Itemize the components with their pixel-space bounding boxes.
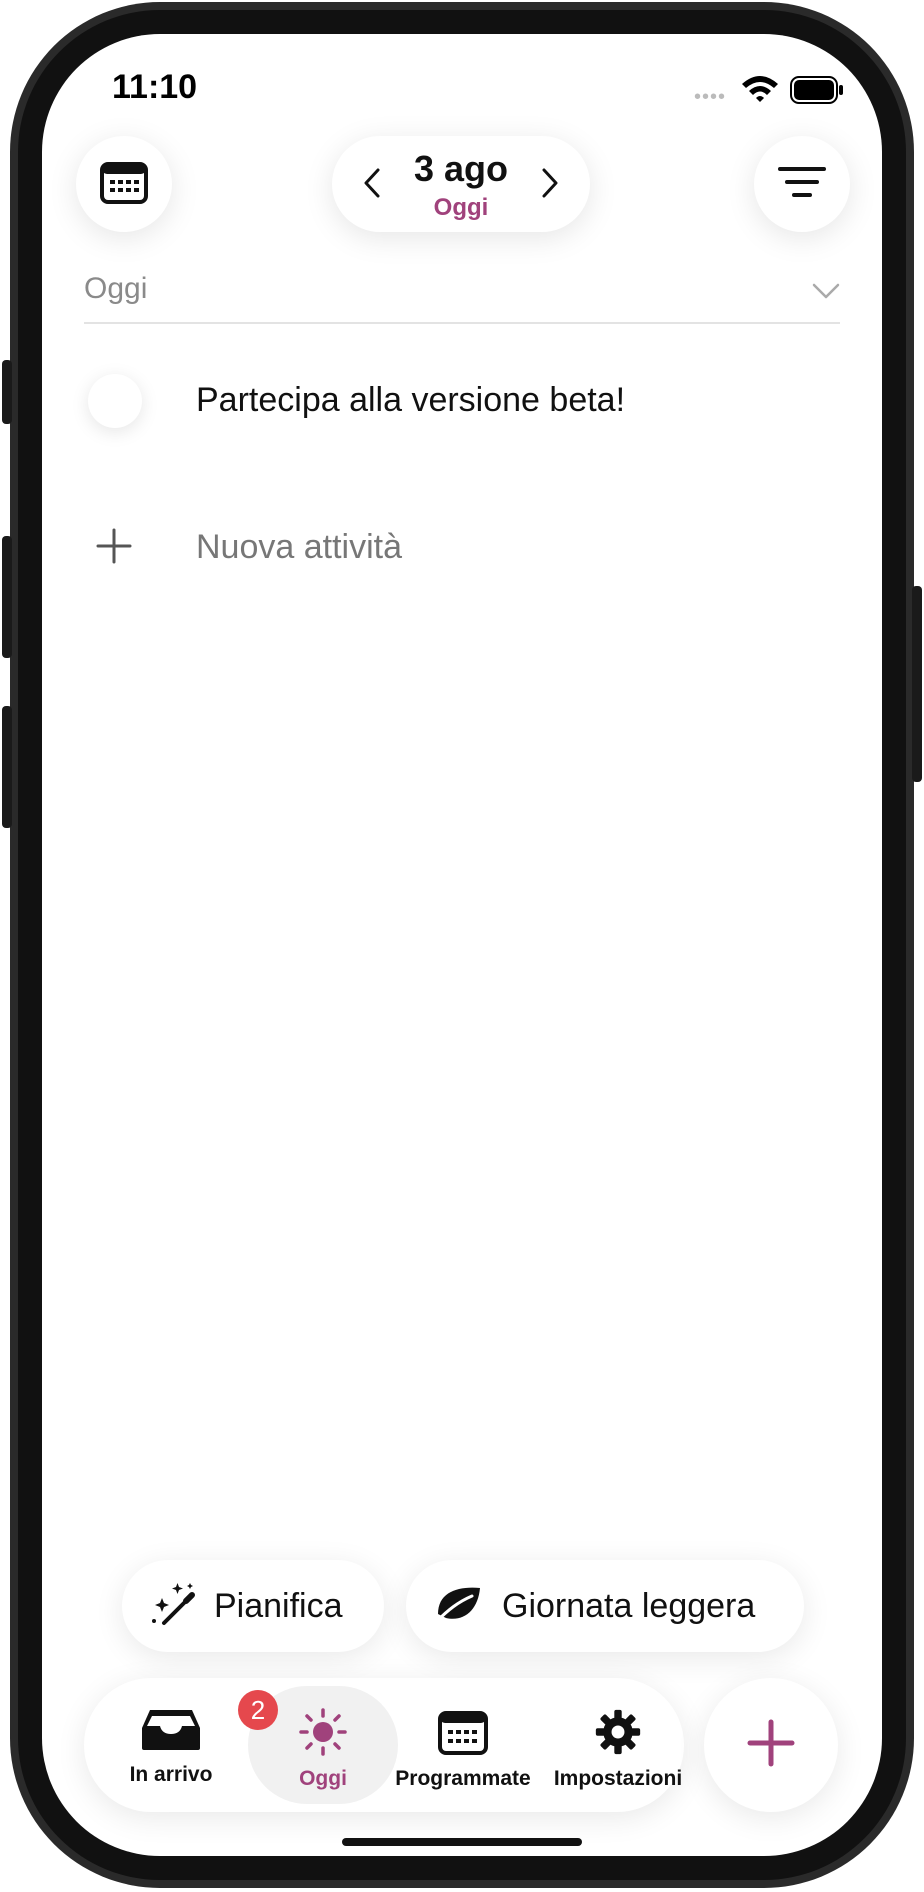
volume-down-button: [2, 706, 12, 828]
leaf-icon: [434, 1584, 482, 1629]
volume-up-button: [2, 536, 12, 658]
calendar-icon: [99, 159, 149, 210]
tab-bar: In arrivo 2 Oggi Programmate Impostazion…: [84, 1678, 684, 1812]
section-divider: [84, 322, 840, 324]
magic-wand-icon: [150, 1581, 196, 1632]
new-task-button[interactable]: Nuova attività: [196, 528, 402, 567]
screen: 11:10 •••• 3 ago Oggi Oggi Partecipa all…: [42, 34, 882, 1856]
tab-settings[interactable]: Impostazioni: [548, 1678, 688, 1812]
filter-icon: [777, 165, 827, 204]
inbox-tray-icon: [140, 1708, 202, 1757]
plus-icon: [747, 1719, 795, 1772]
wifi-icon: [740, 74, 780, 109]
plus-icon[interactable]: [96, 528, 132, 569]
tab-inbox[interactable]: In arrivo: [118, 1678, 224, 1812]
calendar-icon: [437, 1708, 489, 1761]
tab-scheduled-label: Programmate: [395, 1767, 531, 1790]
tab-today-label: Oggi: [299, 1767, 347, 1790]
tab-settings-label: Impostazioni: [553, 1767, 683, 1790]
task-checkbox[interactable]: [88, 374, 142, 428]
add-task-button[interactable]: [704, 1678, 838, 1812]
next-day-button[interactable]: [540, 166, 560, 205]
tab-inbox-label: In arrivo: [129, 1763, 213, 1786]
plan-label: Pianifica: [214, 1586, 343, 1625]
mute-switch: [2, 360, 12, 424]
calendar-button[interactable]: [76, 136, 172, 232]
chevron-right-icon: [540, 168, 560, 204]
light-day-button[interactable]: Giornata leggera: [406, 1560, 804, 1652]
task-title[interactable]: Partecipa alla versione beta!: [196, 381, 625, 420]
tab-scheduled[interactable]: Programmate: [388, 1678, 538, 1812]
section-header[interactable]: Oggi: [84, 272, 147, 306]
sun-icon: [297, 1708, 349, 1761]
cellular-signal-icon: ••••: [694, 86, 727, 108]
tab-today[interactable]: Oggi: [248, 1678, 398, 1812]
filter-button[interactable]: [754, 136, 850, 232]
light-day-label: Giornata leggera: [502, 1586, 756, 1625]
date-navigator: 3 ago Oggi: [332, 136, 590, 232]
plan-button[interactable]: Pianifica: [122, 1560, 384, 1652]
chevron-down-icon[interactable]: [812, 282, 840, 305]
home-indicator: [342, 1838, 582, 1846]
power-button: [912, 586, 922, 782]
gear-icon: [592, 1708, 644, 1761]
battery-icon: [790, 76, 844, 109]
status-time: 11:10: [112, 68, 198, 106]
